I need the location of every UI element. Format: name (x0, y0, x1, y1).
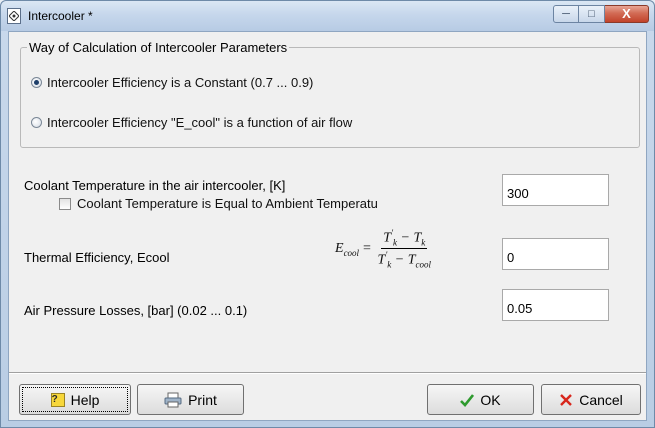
efficiency-formula: Ecool = T'k − Tk T'k − Tcool (335, 228, 431, 270)
close-icon: X (622, 6, 631, 21)
ok-button[interactable]: OK (427, 384, 534, 415)
window-title: Intercooler * (28, 9, 93, 23)
print-button[interactable]: Print (137, 384, 244, 415)
thermal-efficiency-label: Thermal Efficiency, Ecool (24, 250, 170, 265)
radio-function-of-air-flow[interactable] (31, 117, 42, 128)
option-function-of-air-flow-label: Intercooler Efficiency "E_cool" is a fun… (47, 115, 353, 130)
maximize-button[interactable]: □ (579, 5, 605, 23)
minimize-icon: ─ (562, 8, 570, 20)
coolant-equals-ambient-checkbox[interactable] (59, 197, 71, 210)
option-constant-efficiency[interactable]: Intercooler Efficiency is a Constant (0.… (31, 75, 313, 90)
title-bar[interactable]: Intercooler * ─ □ X (1, 1, 654, 31)
dialog-window: Intercooler * ─ □ X Way of Calculation o… (0, 0, 655, 428)
caption-buttons: ─ □ X (553, 5, 649, 25)
help-button-label: Help (70, 391, 100, 408)
app-icon[interactable] (7, 8, 21, 24)
group-legend: Way of Calculation of Intercooler Parame… (29, 40, 288, 55)
minimize-button[interactable]: ─ (553, 5, 579, 23)
ok-button-label: OK (480, 391, 501, 408)
air-pressure-losses-label: Air Pressure Losses, [bar] (0.02 ... 0.1… (24, 303, 248, 318)
thermal-efficiency-input[interactable] (502, 238, 609, 270)
coolant-equals-ambient-label: Coolant Temperature is Equal to Ambient … (77, 196, 378, 211)
help-icon: ? (50, 392, 65, 407)
print-button-label: Print (188, 391, 217, 408)
option-function-of-air-flow[interactable]: Intercooler Efficiency "E_cool" is a fun… (31, 115, 352, 130)
coolant-temperature-input[interactable] (502, 174, 609, 206)
checkmark-icon (460, 393, 475, 407)
close-button[interactable]: X (605, 5, 649, 23)
cancel-button[interactable]: Cancel (541, 384, 641, 415)
x-icon (559, 393, 573, 407)
printer-icon (164, 392, 182, 408)
air-pressure-losses-input[interactable] (502, 289, 609, 321)
button-divider (9, 372, 646, 374)
help-button[interactable]: ? Help (19, 384, 131, 415)
calculation-method-group: Way of Calculation of Intercooler Parame… (20, 40, 640, 148)
option-constant-efficiency-label: Intercooler Efficiency is a Constant (0.… (47, 75, 314, 90)
radio-constant-efficiency[interactable] (31, 77, 42, 88)
maximize-icon: □ (588, 8, 595, 20)
dialog-body: Way of Calculation of Intercooler Parame… (8, 31, 647, 421)
coolant-temperature-label: Coolant Temperature in the air intercool… (24, 178, 286, 193)
cancel-button-label: Cancel (579, 391, 623, 408)
coolant-equals-ambient[interactable]: Coolant Temperature is Equal to Ambient … (59, 196, 378, 211)
